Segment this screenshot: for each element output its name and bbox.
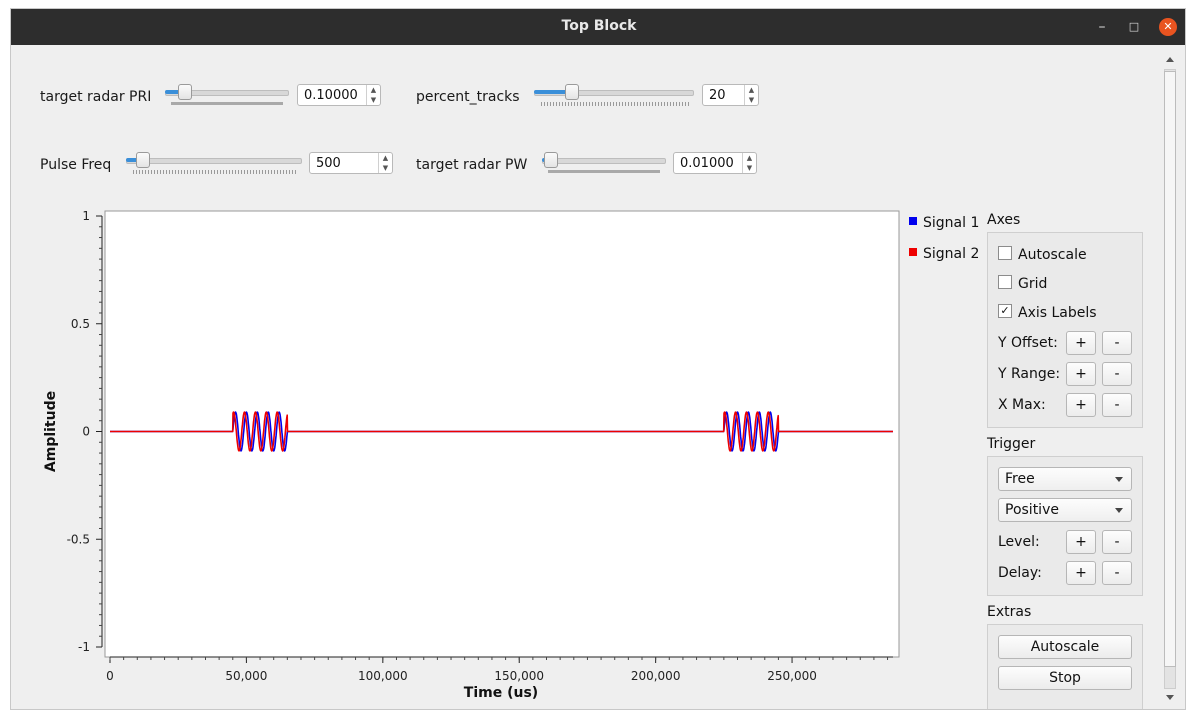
grid-checkbox[interactable]: Grid (998, 275, 1048, 292)
y-axis: 1 0.5 0 -0.5 -1 (67, 209, 103, 654)
axis-labels-checkbox[interactable]: ✓ Axis Labels (998, 304, 1097, 321)
trigger-delay-label: Delay: (998, 565, 1042, 581)
y-range-label: Y Range: (998, 366, 1061, 382)
checkbox-box[interactable] (998, 246, 1012, 260)
app-window: Top Block – □ ✕ target radar PRI 0.10000… (10, 8, 1186, 710)
y-range-plus-button[interactable]: + (1066, 362, 1096, 386)
legend-swatch (909, 217, 917, 225)
axis-labels-checkbox-label: Axis Labels (1018, 305, 1097, 321)
autoscale-checkbox-label: Autoscale (1018, 247, 1087, 263)
trigger-group-title: Trigger (987, 436, 1036, 452)
trigger-slope-value: Positive (1005, 502, 1059, 518)
autoscale-checkbox[interactable]: Autoscale (998, 246, 1087, 263)
checkmark-icon[interactable]: ✓ (998, 304, 1012, 318)
checkbox-box[interactable] (998, 275, 1012, 289)
close-icon[interactable]: ✕ (1159, 18, 1177, 36)
extras-group: Autoscale Stop (987, 624, 1143, 709)
scroll-down-icon[interactable] (1166, 695, 1174, 700)
trigger-delay-plus-button[interactable]: + (1066, 561, 1096, 585)
plot-canvas[interactable] (104, 210, 900, 658)
trigger-mode-select[interactable]: Free (998, 467, 1132, 491)
autoscale-button[interactable]: Autoscale (998, 635, 1132, 659)
chevron-down-icon (1115, 508, 1123, 513)
y-tick-label: 1 (82, 209, 90, 223)
time-plot[interactable]: 1 0.5 0 -0.5 -1 0 50,000 100,000 150,000 200,000… (11, 9, 911, 709)
legend-item[interactable]: Signal 2 (909, 246, 979, 262)
y-axis-label: Amplitude (43, 391, 59, 472)
axes-group: Autoscale Grid ✓ Axis Labels Y Offset: + … (987, 232, 1143, 428)
y-tick-label: -0.5 (67, 532, 90, 546)
trigger-level-minus-button[interactable]: - (1102, 530, 1132, 554)
y-offset-label: Y Offset: (998, 335, 1058, 351)
trigger-slope-select[interactable]: Positive (998, 498, 1132, 522)
scrollbar-thumb[interactable] (1164, 71, 1176, 667)
x-axis-label: Time (us) (464, 685, 538, 701)
x-max-minus-button[interactable]: - (1102, 393, 1132, 417)
y-tick-label: 0 (82, 425, 90, 439)
x-tick-label: 100,000 (358, 669, 408, 683)
trigger-level-label: Level: (998, 534, 1040, 550)
scroll-up-icon[interactable] (1166, 57, 1174, 62)
y-tick-label: -1 (78, 640, 90, 654)
x-max-label: X Max: (998, 397, 1046, 413)
trigger-delay-minus-button[interactable]: - (1102, 561, 1132, 585)
legend-label: Signal 1 (923, 215, 980, 231)
legend-swatch (909, 248, 917, 256)
x-max-plus-button[interactable]: + (1066, 393, 1096, 417)
axes-group-title: Axes (987, 212, 1021, 228)
chevron-down-icon (1115, 477, 1123, 482)
x-tick-label: 200,000 (631, 669, 681, 683)
x-tick-label: 150,000 (494, 669, 544, 683)
minimize-icon[interactable]: – (1093, 18, 1111, 36)
trigger-group: Free Positive Level: + - Delay: + - (987, 456, 1143, 596)
x-tick-label: 50,000 (225, 669, 267, 683)
maximize-icon[interactable]: □ (1125, 18, 1143, 36)
vertical-scrollbar[interactable] (1161, 53, 1179, 703)
stop-button[interactable]: Stop (998, 666, 1132, 690)
extras-group-title: Extras (987, 604, 1032, 620)
grid-checkbox-label: Grid (1018, 276, 1048, 292)
trigger-level-plus-button[interactable]: + (1066, 530, 1096, 554)
x-tick-label: 250,000 (767, 669, 817, 683)
x-tick-label: 0 (106, 669, 114, 683)
y-offset-minus-button[interactable]: - (1102, 331, 1132, 355)
legend-label: Signal 2 (923, 246, 980, 262)
legend-item[interactable]: Signal 1 (909, 215, 979, 231)
trigger-mode-value: Free (1005, 471, 1035, 487)
x-axis: 0 50,000 100,000 150,000 200,000 250,000 (106, 656, 893, 683)
y-tick-label: 0.5 (71, 317, 90, 331)
y-offset-plus-button[interactable]: + (1066, 331, 1096, 355)
y-range-minus-button[interactable]: - (1102, 362, 1132, 386)
